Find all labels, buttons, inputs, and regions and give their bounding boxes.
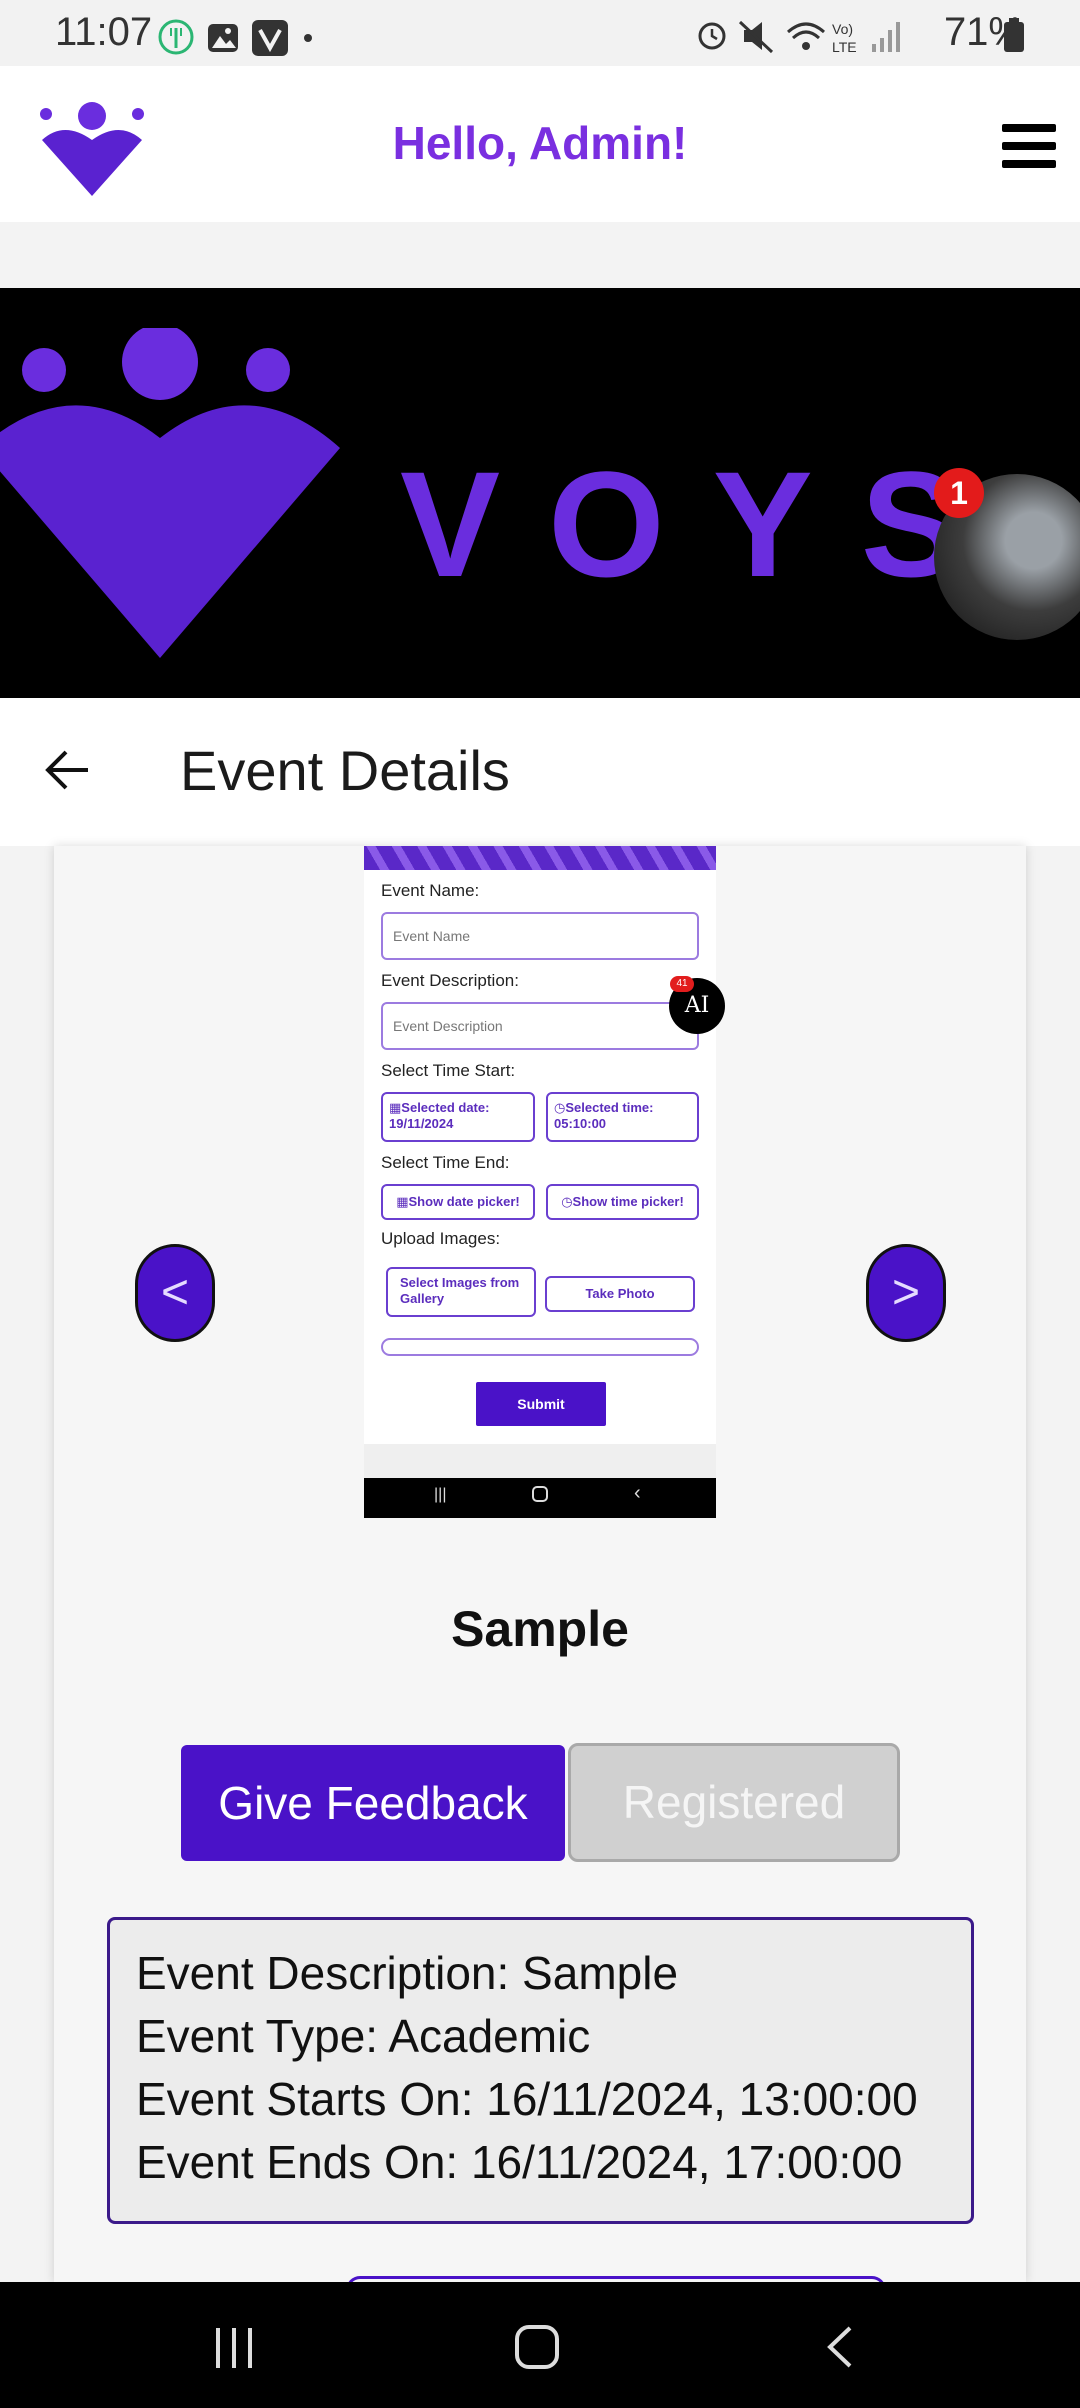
inner-event-name-field: Event Name <box>381 912 699 960</box>
inner-header-stripe <box>364 846 716 870</box>
notification-badge: 1 <box>934 468 984 518</box>
back-icon[interactable] <box>822 2324 858 2370</box>
give-feedback-button[interactable]: Give Feedback <box>181 1745 565 1861</box>
status-time: 11:07 <box>55 10 153 54</box>
event-type: Event Type: Academic <box>136 2010 591 2062</box>
svg-text:Vo): Vo) <box>832 21 853 37</box>
banner-wordmark: VOYS <box>400 440 1009 608</box>
carousel-prev-button[interactable]: < <box>135 1244 215 1342</box>
calendar-icon: ▦ <box>396 1194 409 1209</box>
food-app-icon <box>158 19 194 55</box>
svg-text:LTE: LTE <box>832 39 857 55</box>
inner-progress-bar <box>381 1338 699 1356</box>
event-image: Event Name: Event Name Event Description… <box>364 846 725 1518</box>
inner-start-date-button: ▦Selected date: 19/11/2024 <box>381 1092 535 1142</box>
inner-end-date-button: ▦Show date picker! <box>381 1184 535 1220</box>
banner-logo-icon <box>0 328 340 658</box>
greeting: Hello, Admin! <box>392 117 688 169</box>
signal-icon <box>872 22 900 52</box>
inner-gallery-button: Select Images from Gallery <box>386 1267 536 1317</box>
inner-nav-bar: ||| ‹ <box>364 1478 716 1518</box>
inner-footer-gap <box>364 1444 716 1478</box>
event-name: Sample <box>451 1601 629 1657</box>
wifi-icon <box>787 22 825 50</box>
inner-label-time-end: Select Time End: <box>381 1153 510 1172</box>
title-bar: Event Details <box>0 698 1080 846</box>
recents-icon[interactable] <box>212 2326 256 2370</box>
inner-recents-icon: ||| <box>434 1486 447 1503</box>
inner-label-time-start: Select Time Start: <box>381 1061 516 1080</box>
event-details-box: Event Description: Sample Event Type: Ac… <box>107 1917 974 2224</box>
registered-button[interactable]: Registered <box>568 1743 900 1862</box>
calendar-icon: ▦ <box>389 1100 402 1115</box>
inner-label-event-description: Event Description: <box>381 971 519 990</box>
inner-ai-badge: 41 <box>670 976 694 992</box>
inner-event-description-field: Event Description <box>381 1002 699 1050</box>
status-right-icons: Vo) LTE <box>698 20 900 55</box>
voys-banner: VOYS 1 <box>0 288 1080 698</box>
hamburger-menu-icon[interactable] <box>1002 122 1056 170</box>
carousel-next-button[interactable]: > <box>866 1244 946 1342</box>
inner-take-photo-button: Take Photo <box>545 1276 695 1312</box>
inner-submit-button: Submit <box>476 1382 606 1426</box>
v-app-icon <box>252 20 288 56</box>
inner-start-time-button: ◷Selected time: 05:10:00 <box>546 1092 699 1142</box>
status-bar: 11:07 Vo) LTE 71% <box>0 0 1080 66</box>
system-nav-bar <box>0 2282 1080 2408</box>
page-title: Event Details <box>180 739 510 802</box>
inner-home-icon <box>532 1486 548 1502</box>
event-start: Event Starts On: 16/11/2024, 13:00:00 <box>136 2073 918 2125</box>
event-description: Event Description: Sample <box>136 1947 679 1999</box>
lte-icon: Vo) LTE <box>832 21 857 55</box>
mute-icon <box>738 20 774 54</box>
status-left-icons <box>158 19 312 56</box>
battery-icon <box>1004 18 1024 52</box>
inner-label-upload-images: Upload Images: <box>381 1229 501 1248</box>
clock-icon: ◷ <box>561 1194 573 1209</box>
dot-icon <box>304 34 312 42</box>
arrow-left-icon[interactable] <box>44 746 92 794</box>
app-header: Hello, Admin! <box>0 66 1080 222</box>
home-icon[interactable] <box>514 2324 560 2370</box>
clock-icon: ◷ <box>554 1100 566 1115</box>
alarm-icon <box>698 22 726 50</box>
gallery-icon <box>208 24 238 52</box>
inner-end-time-button: ◷Show time picker! <box>546 1184 699 1220</box>
inner-back-icon: ‹ <box>634 1482 641 1504</box>
event-end: Event Ends On: 16/11/2024, 17:00:00 <box>136 2136 903 2188</box>
inner-label-event-name: Event Name: <box>381 881 480 900</box>
